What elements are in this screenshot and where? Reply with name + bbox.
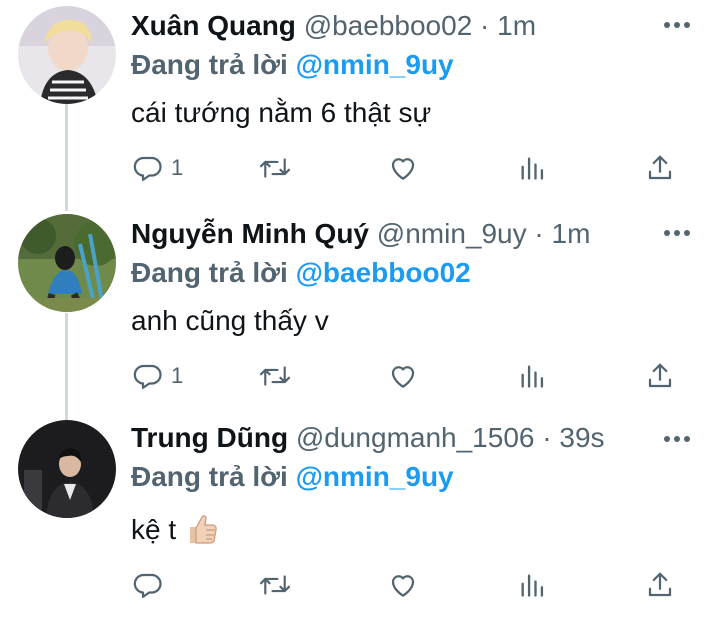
user-handle[interactable]: @dungmanh_1506 (296, 422, 535, 453)
like-icon (388, 361, 418, 391)
analytics-icon (518, 570, 546, 600)
avatar[interactable] (18, 214, 116, 312)
more-icon[interactable] (662, 226, 692, 240)
more-icon[interactable] (662, 18, 692, 32)
reply-count: 1 (171, 363, 184, 388)
replying-prefix: Đang trả lời (131, 49, 288, 80)
display-name[interactable]: Trung Dũng (131, 422, 288, 453)
user-handle[interactable]: @baebboo02 (304, 10, 473, 41)
reply-button[interactable]: 1 (133, 150, 183, 186)
like-icon (388, 153, 418, 183)
replying-to-handle[interactable]: @nmin_9uy (296, 461, 454, 492)
retweet-button[interactable] (258, 358, 292, 394)
replying-to: Đang trả lời @nmin_9uy (131, 49, 454, 81)
separator: · (534, 218, 544, 249)
timestamp[interactable]: 1m (497, 10, 536, 41)
thumbs-up-icon (184, 511, 220, 554)
tweet-text: anh cũng thấy v (131, 305, 329, 336)
share-button[interactable] (645, 567, 675, 603)
reply-icon (133, 153, 163, 183)
separator: · (480, 10, 490, 41)
display-name[interactable]: Nguyễn Minh Quý (131, 218, 369, 249)
reply-count: 1 (171, 155, 184, 180)
replying-to-handle[interactable]: @nmin_9uy (296, 49, 454, 80)
share-button[interactable] (645, 358, 675, 394)
separator: · (542, 422, 552, 453)
retweet-icon (258, 361, 292, 391)
reply-icon (133, 361, 163, 391)
tweet-text-container: kệ t (131, 511, 220, 554)
tweet-actions: 1 (0, 358, 720, 398)
reply-button[interactable] (133, 567, 171, 603)
avatar[interactable] (18, 6, 116, 104)
replying-prefix: Đang trả lời (131, 257, 288, 288)
like-button[interactable] (388, 358, 418, 394)
tweet[interactable]: Xuân Quang @baebboo02 · 1m Đang trả lời … (0, 0, 720, 205)
analytics-icon (518, 153, 546, 183)
reply-button[interactable]: 1 (133, 358, 183, 394)
retweet-icon (258, 153, 292, 183)
replying-to: Đang trả lời @nmin_9uy (131, 461, 454, 493)
replying-to-handle[interactable]: @baebboo02 (296, 257, 471, 288)
share-icon (645, 361, 675, 391)
retweet-button[interactable] (258, 150, 292, 186)
replying-prefix: Đang trả lời (131, 461, 288, 492)
tweet-header: Xuân Quang @baebboo02 · 1m (131, 10, 536, 42)
tweet-header: Nguyễn Minh Quý @nmin_9uy · 1m (131, 218, 590, 250)
analytics-button[interactable] (518, 358, 546, 394)
share-button[interactable] (645, 150, 675, 186)
analytics-button[interactable] (518, 567, 546, 603)
replying-to: Đang trả lời @baebboo02 (131, 257, 471, 289)
avatar[interactable] (18, 420, 116, 518)
display-name[interactable]: Xuân Quang (131, 10, 296, 41)
timestamp[interactable]: 39s (559, 422, 604, 453)
share-icon (645, 570, 675, 600)
tweet[interactable]: Trung Dũng @dungmanh_1506 · 39s Đang trả… (0, 412, 720, 617)
tweet[interactable]: Nguyễn Minh Quý @nmin_9uy · 1m Đang trả … (0, 208, 720, 413)
like-button[interactable] (388, 567, 418, 603)
retweet-button[interactable] (258, 567, 292, 603)
more-icon[interactable] (662, 432, 692, 446)
tweet-actions: 1 (0, 150, 720, 190)
tweet-header: Trung Dũng @dungmanh_1506 · 39s (131, 422, 605, 454)
tweet-text: kệ t (131, 514, 177, 545)
reply-icon (133, 570, 163, 600)
user-handle[interactable]: @nmin_9uy (377, 218, 527, 249)
like-button[interactable] (388, 150, 418, 186)
analytics-button[interactable] (518, 150, 546, 186)
timestamp[interactable]: 1m (552, 218, 591, 249)
tweet-text: cái tướng nằm 6 thật sự (131, 97, 432, 128)
share-icon (645, 153, 675, 183)
tweet-actions (0, 567, 720, 607)
analytics-icon (518, 361, 546, 391)
retweet-icon (258, 570, 292, 600)
like-icon (388, 570, 418, 600)
